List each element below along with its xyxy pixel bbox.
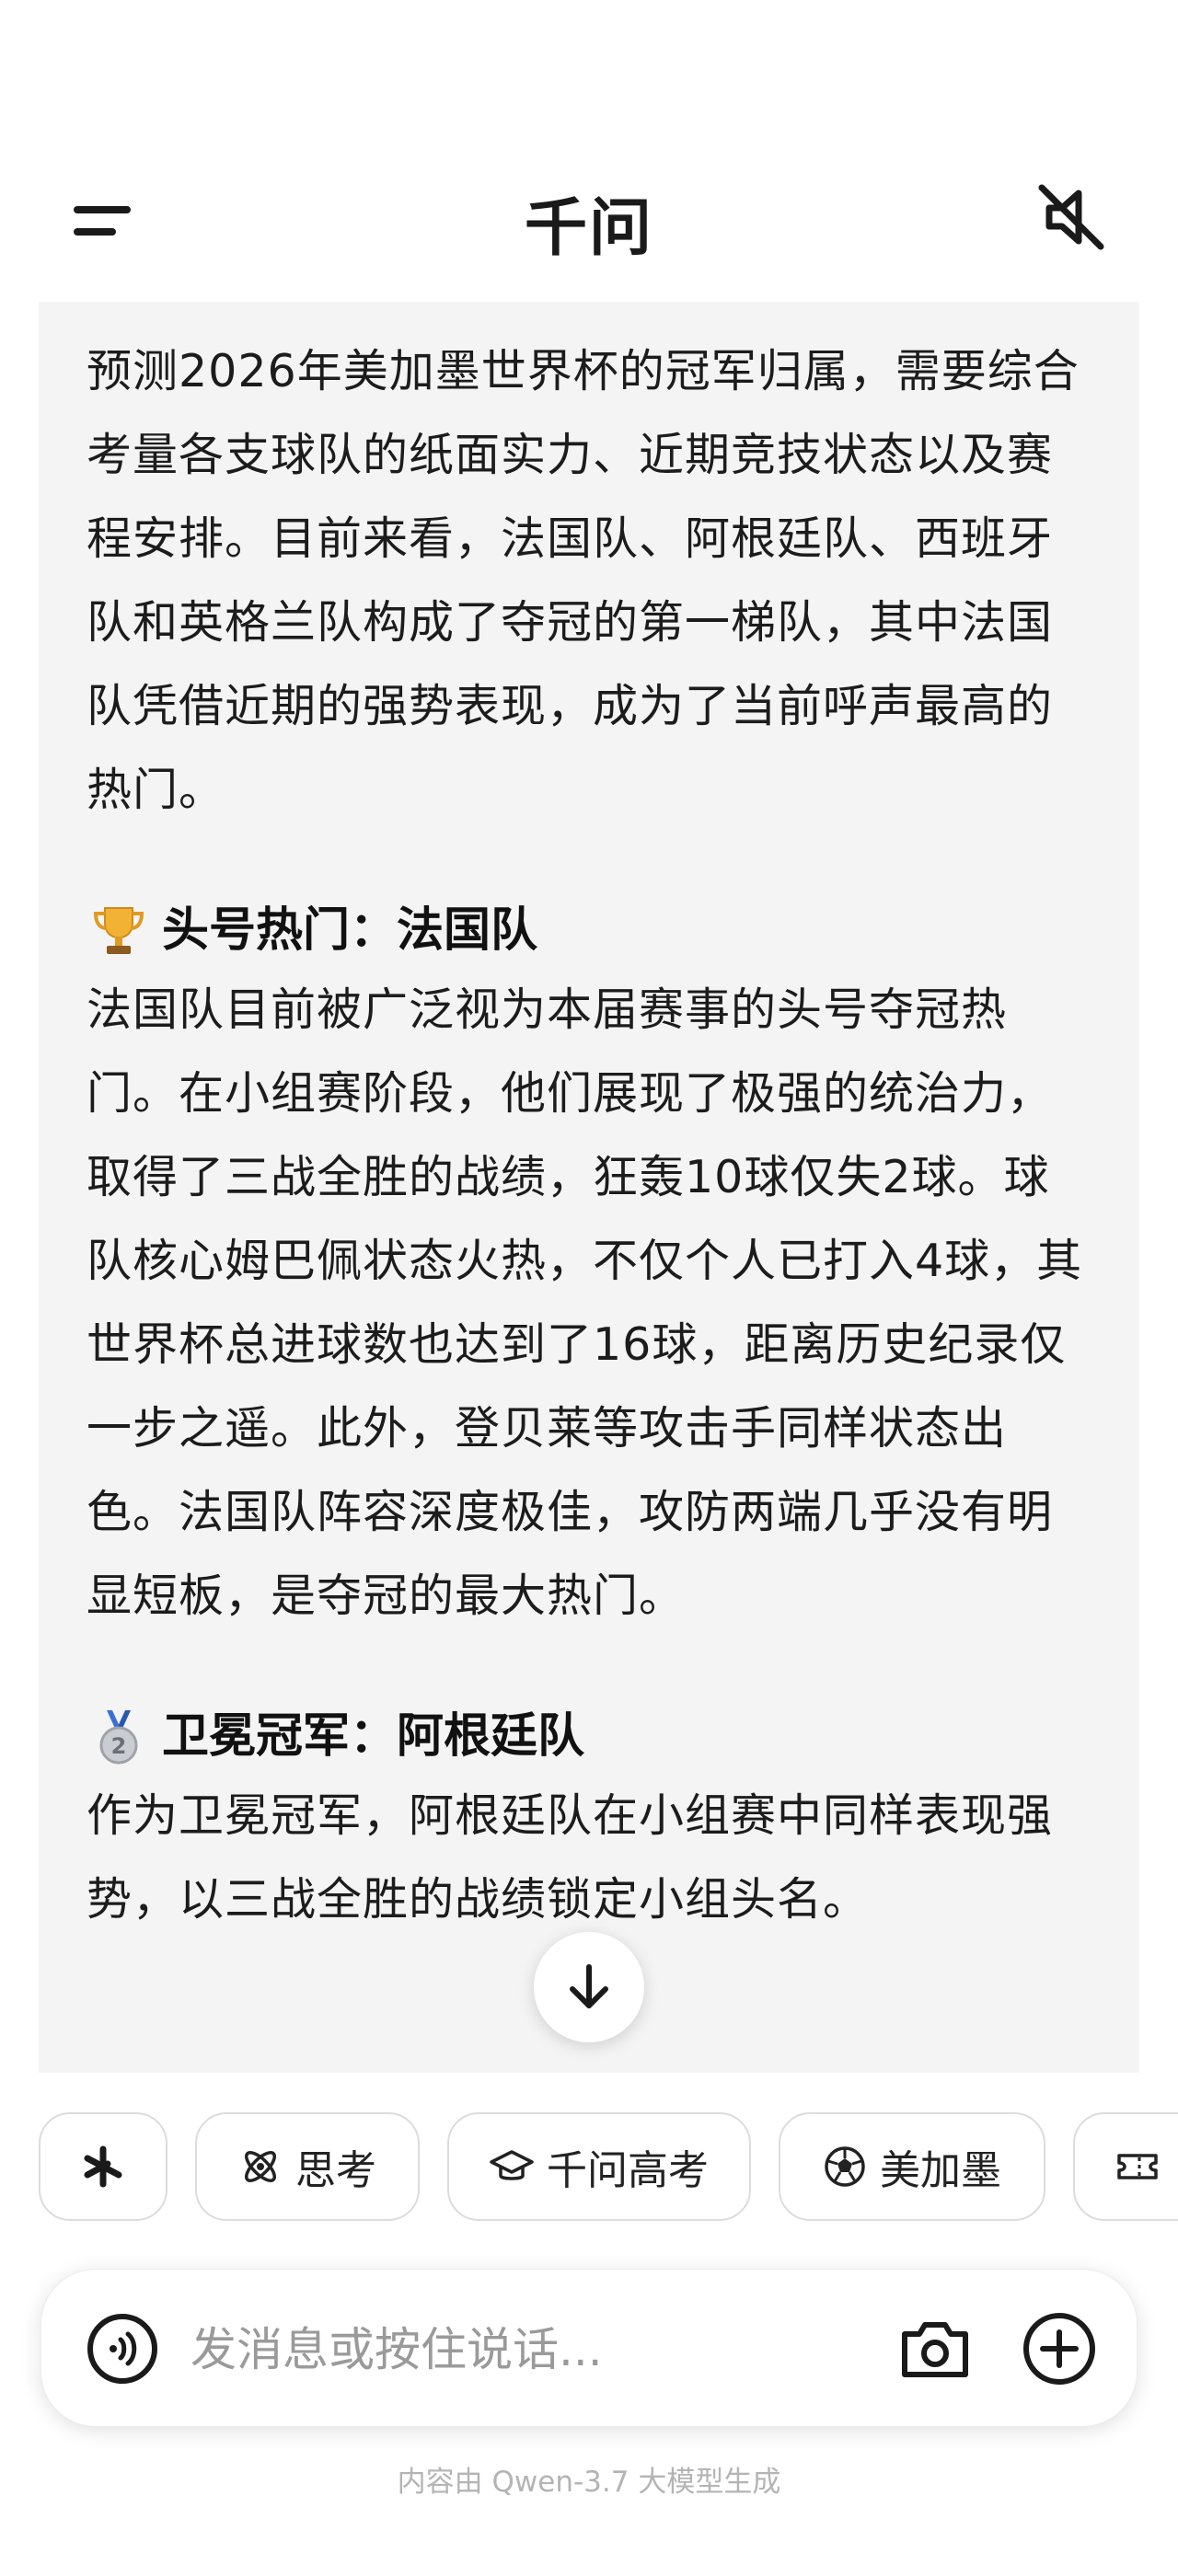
section-heading-france: 头号热门：法国队 xyxy=(87,894,1091,968)
arrow-down-icon xyxy=(570,1964,608,2008)
chip-ticket[interactable] xyxy=(1073,2112,1178,2221)
chip-label: 千问高考 xyxy=(547,2147,709,2194)
message-composer xyxy=(40,2269,1138,2427)
message-input[interactable] xyxy=(189,2306,892,2393)
top-bar: 千问 xyxy=(0,156,1178,276)
chip-label: 思考 xyxy=(295,2147,376,2194)
camera-icon xyxy=(902,2322,968,2377)
second-place-medal-icon: 2 xyxy=(87,1705,151,1769)
section-heading-argentina: 2 卫冕冠军：阿根廷队 xyxy=(87,1700,1091,1774)
voice-wave-icon xyxy=(87,2314,157,2384)
camera-button[interactable] xyxy=(897,2312,973,2387)
ai-disclaimer: 内容由 Qwen-3.7 大模型生成 xyxy=(397,2466,781,2499)
assistant-message: 预测2026年美加墨世界杯的冠军归属，需要综合考量各支球队的纸面实力、近期竞技状… xyxy=(39,302,1139,2073)
chip-label: 美加墨 xyxy=(880,2147,1001,2194)
chat-screen: 千问 预测2026年美加墨世界杯的冠军归属，需要综合考量各支球队的纸面实力、近期… xyxy=(0,0,1178,2576)
chip-gaokao[interactable]: 千问高考 xyxy=(447,2112,751,2221)
mute-button[interactable] xyxy=(1031,177,1112,258)
chip-think[interactable]: 思考 xyxy=(195,2112,420,2221)
intro-paragraph: 预测2026年美加墨世界杯的冠军归属，需要综合考量各支球队的纸面实力、近期竞技状… xyxy=(87,345,1080,816)
voice-button[interactable] xyxy=(86,2312,159,2386)
section-heading-text: 卫冕冠军：阿根廷队 xyxy=(162,1709,585,1764)
svg-text:2: 2 xyxy=(111,1733,127,1759)
more-options-button[interactable] xyxy=(1021,2310,1098,2387)
trophy-icon xyxy=(87,899,151,963)
section-heading-text: 头号热门：法国队 xyxy=(162,903,538,958)
graduation-cap-icon xyxy=(490,2150,534,2180)
section-body-argentina: 作为卫冕冠军，阿根廷队在小组赛中同样表现强势，以三战全胜的战绩锁定小组头名。 xyxy=(87,1789,1054,1926)
soccer-ball-icon xyxy=(825,2146,865,2187)
chip-world-cup[interactable]: 美加墨 xyxy=(779,2112,1045,2221)
atom-icon xyxy=(245,2151,276,2182)
ticket-icon xyxy=(1117,2154,1158,2179)
scroll-to-bottom-button[interactable] xyxy=(534,1932,644,2042)
speaker-muted-icon xyxy=(1038,184,1104,250)
plus-circle-icon xyxy=(1023,2313,1095,2385)
chip-spark[interactable] xyxy=(39,2112,167,2221)
asterisk-spark-icon xyxy=(84,2145,122,2188)
quick-action-chips: 思考 千问高考 美加墨 xyxy=(0,2107,1178,2226)
page-title: 千问 xyxy=(524,192,653,265)
section-body-france: 法国队目前被广泛视为本届赛事的头号夺冠热门。在小组赛阶段，他们展现了极强的统治力… xyxy=(87,983,1083,1622)
